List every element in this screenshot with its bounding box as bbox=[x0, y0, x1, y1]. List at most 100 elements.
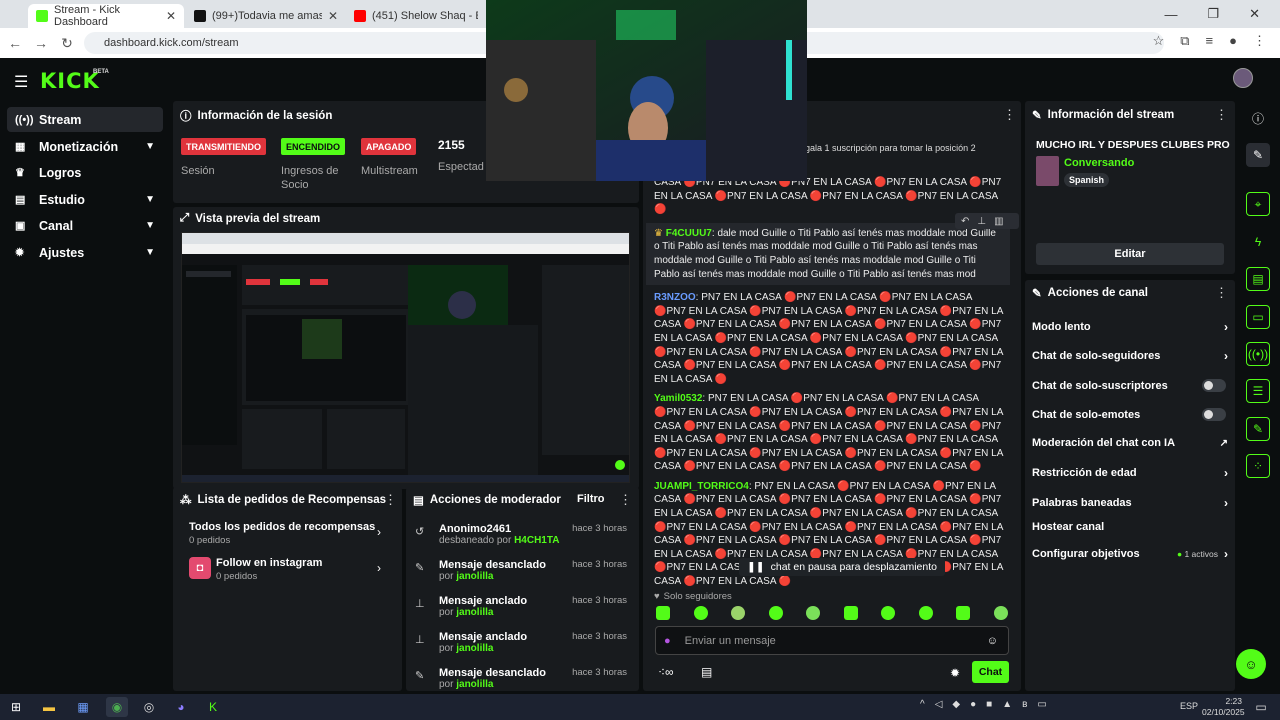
profile-icon[interactable]: ● bbox=[1229, 33, 1237, 49]
edit-icon[interactable]: ✎ bbox=[1246, 143, 1270, 167]
sidebar-item-estudio[interactable]: ▤ Estudio ▼ bbox=[7, 187, 163, 212]
wrench-icon[interactable]: ✎ bbox=[1246, 417, 1270, 441]
more-options-icon[interactable]: ⋮ bbox=[1003, 107, 1016, 123]
emote-icon[interactable] bbox=[918, 606, 933, 620]
bluetooth-icon[interactable]: ʙ bbox=[1022, 699, 1027, 710]
more-options-icon[interactable]: ⋮ bbox=[619, 492, 632, 508]
category-link[interactable]: Conversando bbox=[1064, 157, 1134, 169]
chat-message[interactable]: Yamil0532: PN7 EN LA CASA 🔴PN7 EN LA CAS… bbox=[646, 392, 1010, 474]
send-chat-button[interactable]: Chat bbox=[972, 661, 1009, 683]
apps-icon[interactable]: ⁘ bbox=[1246, 454, 1270, 478]
network-icon[interactable]: ▲ bbox=[1002, 699, 1012, 710]
emote-icon[interactable] bbox=[731, 606, 746, 620]
chat-icon[interactable]: ▭ bbox=[1246, 305, 1270, 329]
chat-paused-banner[interactable]: ❚❚ chat en pausa para desplazamiento bbox=[739, 558, 945, 576]
tray-app-icon[interactable]: ■ bbox=[986, 699, 992, 710]
reply-icon[interactable]: ↶ bbox=[961, 216, 969, 227]
channel-action-host[interactable]: Hostear canal bbox=[1032, 521, 1228, 533]
chat-message[interactable]: R3NZOO: PN7 EN LA CASA 🔴PN7 EN LA CASA 🔴… bbox=[646, 291, 1010, 386]
chat-input[interactable]: ● Enviar un mensaje ☺ bbox=[655, 626, 1009, 655]
close-window-icon[interactable]: ✕ bbox=[1249, 6, 1260, 22]
chat-messages[interactable]: CASA 🔴PN7 EN LA CASA 🔴PN7 EN LA CASA 🔴PN… bbox=[646, 176, 1010, 588]
chat-username[interactable]: F4CUUU7 bbox=[666, 228, 712, 239]
stream-preview[interactable] bbox=[181, 232, 630, 483]
menu-icon[interactable]: ⋮ bbox=[1253, 33, 1266, 49]
channel-action-age-restriction[interactable]: Restricción de edad › bbox=[1032, 466, 1228, 480]
close-icon[interactable]: ✕ bbox=[166, 9, 176, 23]
emoji-icon[interactable]: ☺ bbox=[987, 635, 998, 647]
battery-icon[interactable]: ▭ bbox=[1037, 699, 1046, 710]
sidebar-item-canal[interactable]: ▣ Canal ▼ bbox=[7, 213, 163, 238]
microphone-icon[interactable]: ● bbox=[664, 635, 671, 647]
channel-action-ai-moderation[interactable]: Moderación del chat con IA ↗ bbox=[1032, 437, 1228, 449]
filter-button[interactable]: Filtro bbox=[577, 493, 605, 505]
volume-icon[interactable]: ◁ bbox=[935, 699, 943, 710]
back-icon[interactable]: ← bbox=[2, 35, 28, 51]
emote-icon[interactable] bbox=[843, 606, 858, 620]
edit-stream-button[interactable]: Editar bbox=[1036, 243, 1224, 265]
chat-username[interactable]: R3NZOO bbox=[654, 292, 696, 303]
gear-icon[interactable]: ✹ bbox=[950, 666, 960, 680]
chat-username[interactable]: Yamil0532 bbox=[654, 393, 702, 404]
mod-entry-user[interactable]: janolilla bbox=[456, 571, 493, 582]
obs-icon[interactable]: ◎ bbox=[138, 697, 160, 717]
chevron-up-icon[interactable]: ^ bbox=[920, 699, 925, 710]
chat-message[interactable]: ♛ F4CUUU7: dale mod Guille o Titi Pablo … bbox=[646, 222, 1010, 286]
emote-icon[interactable] bbox=[881, 606, 896, 620]
maximize-icon[interactable]: ❐ bbox=[1207, 6, 1219, 22]
points-icon[interactable]: ⁖∞ bbox=[658, 665, 674, 679]
reward-item[interactable]: Todos los pedidos de recompensas 0 pedid… bbox=[189, 521, 384, 546]
windows-start-icon[interactable]: ⊞ bbox=[5, 697, 27, 717]
mod-entry-user[interactable]: janolilla bbox=[456, 643, 493, 654]
gift-icon[interactable]: ▤ bbox=[701, 665, 712, 679]
extensions-icon[interactable]: ⧉ bbox=[1180, 33, 1189, 49]
broadcast-icon[interactable]: ((•)) bbox=[1246, 342, 1270, 366]
hamburger-icon[interactable]: ☰ bbox=[14, 72, 28, 92]
avatar[interactable] bbox=[1233, 68, 1253, 88]
mod-entry-user[interactable]: H4CH1TA bbox=[514, 535, 559, 546]
channel-action-banned-words[interactable]: Palabras baneadas › bbox=[1032, 496, 1228, 510]
subscribers-only-toggle[interactable] bbox=[1202, 379, 1226, 392]
info-icon[interactable]: ⓘ bbox=[1246, 106, 1270, 130]
lightning-icon[interactable]: ϟ bbox=[1246, 230, 1270, 254]
notifications-icon[interactable]: ▭ bbox=[1250, 697, 1272, 717]
emote-icon[interactable] bbox=[956, 606, 971, 620]
sidebar-item-monetizacion[interactable]: ▦ Monetización ▼ bbox=[7, 134, 163, 159]
list-icon[interactable]: ☰ bbox=[1246, 379, 1270, 403]
mod-entry-user[interactable]: janolilla bbox=[456, 679, 493, 689]
emote-icon[interactable] bbox=[806, 606, 821, 620]
pin-icon[interactable]: ⊥ bbox=[977, 216, 986, 227]
more-options-icon[interactable]: ⋮ bbox=[1215, 285, 1228, 301]
app-icon[interactable]: ▦ bbox=[72, 697, 94, 717]
star-icon[interactable]: ☆ bbox=[1153, 33, 1165, 49]
emote-icon[interactable] bbox=[693, 606, 708, 620]
browser-tab[interactable]: (99+)Todavia me amas #paratii ✕ bbox=[186, 4, 346, 28]
chrome-icon[interactable]: ◉ bbox=[106, 697, 128, 717]
help-chat-icon[interactable]: ☺ bbox=[1236, 649, 1266, 679]
sidebar-item-stream[interactable]: ((•)) Stream bbox=[7, 107, 163, 132]
more-options-icon[interactable]: ⋮ bbox=[384, 492, 397, 508]
emote-icon[interactable] bbox=[768, 606, 783, 620]
discord-icon[interactable]: ◕ bbox=[170, 697, 192, 717]
more-options-icon[interactable]: ⋮ bbox=[1215, 107, 1228, 123]
tray-app-icon[interactable]: ◆ bbox=[952, 699, 960, 710]
forward-icon[interactable]: → bbox=[28, 35, 54, 51]
reload-icon[interactable]: ↻ bbox=[54, 35, 80, 52]
reward-item[interactable]: Follow en instagram 0 pedidos › bbox=[216, 557, 386, 582]
file-explorer-icon[interactable]: ▬ bbox=[38, 697, 60, 717]
minimize-icon[interactable]: — bbox=[1164, 7, 1177, 22]
sidebar-item-logros[interactable]: ♛ Logros bbox=[7, 160, 163, 185]
sidebar-item-ajustes[interactable]: ✹ Ajustes ▼ bbox=[7, 240, 163, 265]
channel-action-slow-mode[interactable]: Modo lento › bbox=[1032, 320, 1228, 334]
emote-icon[interactable] bbox=[656, 606, 670, 620]
chat-username[interactable]: JUAMPI_TORRICO4 bbox=[654, 481, 749, 492]
delete-icon[interactable]: ▥ bbox=[994, 216, 1003, 227]
clipboard-icon[interactable]: ▤ bbox=[1246, 267, 1270, 291]
tray-app-icon[interactable]: ● bbox=[970, 699, 976, 710]
kick-app-icon[interactable]: K bbox=[202, 697, 224, 717]
language-indicator[interactable]: ESP bbox=[1180, 701, 1198, 711]
target-icon[interactable]: ⌖ bbox=[1246, 192, 1270, 216]
channel-action-followers-only[interactable]: Chat de solo-seguidores › bbox=[1032, 349, 1228, 363]
emote-icon[interactable] bbox=[993, 606, 1008, 620]
channel-action-goals[interactable]: Configurar objetivos ● 1 activos › bbox=[1032, 547, 1228, 561]
